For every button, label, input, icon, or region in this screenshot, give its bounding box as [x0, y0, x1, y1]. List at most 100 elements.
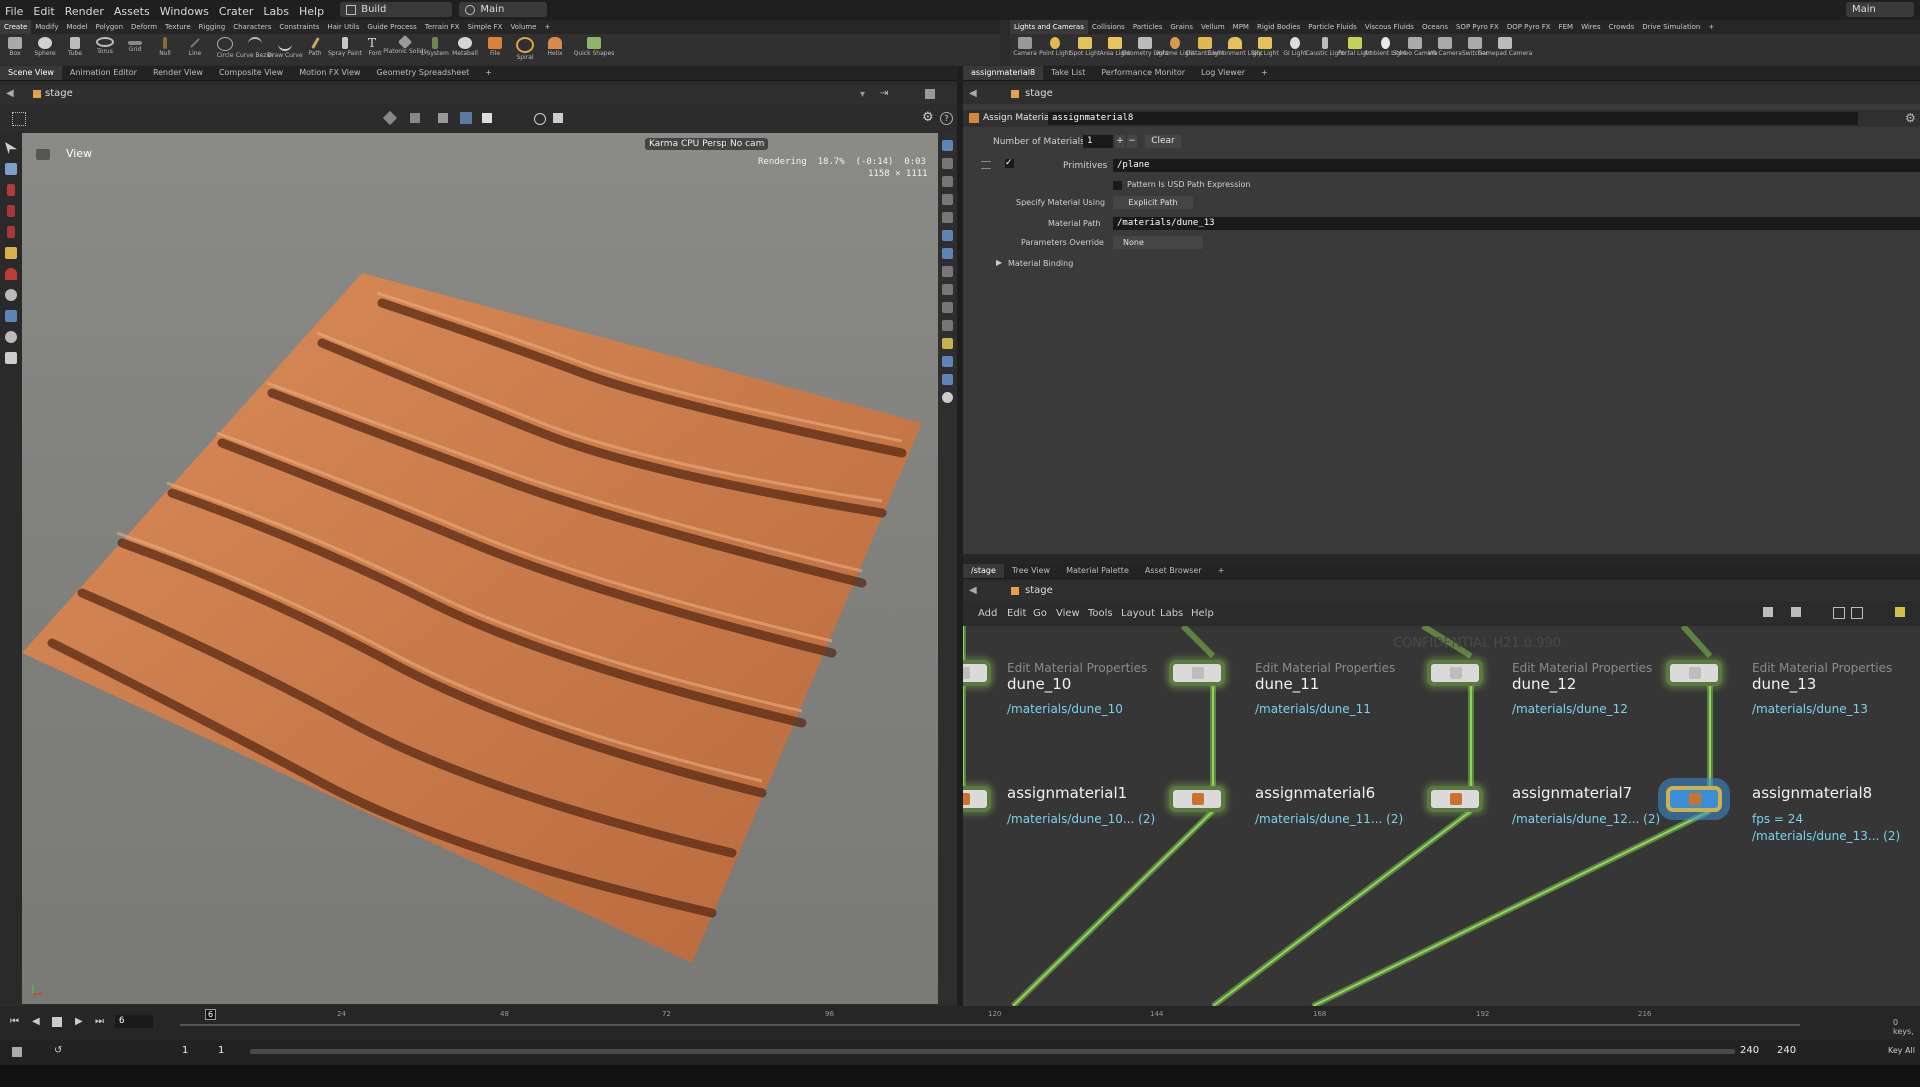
- specify-dropdown[interactable]: Explicit Path: [1113, 196, 1193, 209]
- num-materials-field[interactable]: 1: [1083, 135, 1113, 148]
- assign-material-node[interactable]: [963, 786, 991, 812]
- shelf-tab[interactable]: Lights and Cameras: [1010, 20, 1088, 34]
- select-arrow-icon[interactable]: [5, 142, 17, 154]
- tool-line[interactable]: Line: [180, 34, 210, 57]
- add-tab-button[interactable]: +: [1253, 66, 1276, 80]
- pose-icon[interactable]: [5, 331, 17, 343]
- shelf-tab[interactable]: Hair Utils: [323, 20, 363, 34]
- menu-view[interactable]: View: [1056, 608, 1080, 619]
- tool-l-system[interactable]: L-System: [420, 34, 450, 57]
- assign-material-node[interactable]: [1169, 786, 1225, 812]
- tool-icon[interactable]: [942, 284, 953, 295]
- shelf-tab[interactable]: FEM: [1555, 20, 1578, 34]
- tab-material-palette[interactable]: Material Palette: [1058, 564, 1137, 578]
- back-arrow-icon[interactable]: ◀: [969, 585, 977, 596]
- tool-caustic-light[interactable]: Caustic Light: [1306, 34, 1345, 57]
- tool-torus[interactable]: Torus: [90, 34, 120, 55]
- add-shelf-tab-button[interactable]: +: [1704, 20, 1718, 34]
- add-tab-button[interactable]: +: [1210, 564, 1233, 578]
- red-tool-icon[interactable]: [7, 184, 15, 196]
- display-options-icon[interactable]: [942, 140, 953, 151]
- shelf-tab[interactable]: Terrain FX: [421, 20, 464, 34]
- tab-asset-browser[interactable]: Asset Browser: [1137, 564, 1210, 578]
- tab-scene-view[interactable]: Scene View: [0, 66, 62, 80]
- tool-helix[interactable]: Helix: [540, 34, 570, 57]
- path-stage[interactable]: stage: [45, 88, 73, 99]
- tool-environment-light[interactable]: Environment Light: [1207, 34, 1263, 57]
- end-frame-field-2[interactable]: 240: [1777, 1045, 1796, 1056]
- tab-assignmaterial8[interactable]: assignmaterial8: [963, 66, 1044, 80]
- render-region-icon[interactable]: [5, 352, 17, 364]
- multiparm-handle-icon[interactable]: [981, 161, 991, 169]
- red-tool-icon[interactable]: [7, 205, 15, 217]
- shaded-icon[interactable]: [482, 113, 492, 123]
- shelf-tab[interactable]: Simple FX: [463, 20, 506, 34]
- tool-spiral[interactable]: Spiral: [510, 34, 540, 61]
- tool-grid[interactable]: Grid: [120, 34, 150, 53]
- renderer-menu[interactable]: Karma CPU Persp: [645, 138, 731, 150]
- split-view-icon[interactable]: [1851, 607, 1863, 619]
- shelf-tab[interactable]: Create: [0, 20, 32, 34]
- red-tool-icon[interactable]: [7, 226, 15, 238]
- tool-spray-paint[interactable]: Spray Paint: [328, 34, 362, 57]
- shelf-tab[interactable]: Particle Fluids: [1304, 20, 1361, 34]
- help-icon[interactable]: ?: [940, 112, 953, 125]
- step-back-icon[interactable]: ◀: [32, 1016, 40, 1027]
- settings-gear-icon[interactable]: ⚙: [1905, 111, 1916, 125]
- shelf-tab[interactable]: Rigging: [195, 20, 230, 34]
- tab-geometry-spreadsheet[interactable]: Geometry Spreadsheet: [368, 66, 477, 80]
- tab-log-viewer[interactable]: Log Viewer: [1193, 66, 1253, 80]
- shelf-tab[interactable]: Modify: [31, 20, 62, 34]
- path-stage[interactable]: stage: [1025, 88, 1053, 99]
- lock-camera-icon[interactable]: [942, 176, 953, 187]
- menu-file[interactable]: File: [0, 2, 28, 22]
- shelf-tab[interactable]: Vellum: [1197, 20, 1229, 34]
- material-binding-folder[interactable]: Material Binding: [1008, 259, 1073, 268]
- tool-path[interactable]: Path: [300, 34, 330, 57]
- handle-icon[interactable]: [5, 310, 17, 322]
- lights-icon[interactable]: [942, 158, 953, 169]
- menu-edit[interactable]: Edit: [1007, 608, 1026, 619]
- view-menu-icon[interactable]: [36, 149, 50, 160]
- assign-material-node-selected[interactable]: [1666, 786, 1722, 812]
- back-arrow-icon[interactable]: ◀: [969, 88, 977, 99]
- tool-metaball[interactable]: Metaball: [450, 34, 480, 57]
- context-selector[interactable]: Main: [459, 2, 548, 17]
- tool-icon[interactable]: [942, 356, 953, 367]
- shelf-tab[interactable]: Oceans: [1418, 20, 1452, 34]
- note-icon[interactable]: [1895, 607, 1905, 617]
- menu-crater[interactable]: Crater: [214, 2, 259, 22]
- end-frame-field[interactable]: 240: [1740, 1045, 1759, 1056]
- start-frame-field[interactable]: 1: [182, 1045, 188, 1056]
- range-slider[interactable]: [250, 1049, 1735, 1054]
- wireframe-icon[interactable]: [460, 112, 472, 124]
- shelf-tab[interactable]: SOP Pyro FX: [1452, 20, 1503, 34]
- key-all-button[interactable]: Key All: [1888, 1046, 1915, 1055]
- shelf-tab[interactable]: Model: [62, 20, 91, 34]
- pin-icon[interactable]: ⇥: [880, 88, 888, 99]
- material-path-field[interactable]: /materials/dune_13: [1113, 217, 1920, 230]
- tab-motion-fx-view[interactable]: Motion FX View: [291, 66, 368, 80]
- tool-box[interactable]: Box: [0, 34, 30, 57]
- shelf-tab[interactable]: Particles: [1129, 20, 1167, 34]
- tab-performance-monitor[interactable]: Performance Monitor: [1093, 66, 1193, 80]
- path-dropdown[interactable]: ▾: [860, 89, 865, 100]
- shelf-tab[interactable]: Volume: [506, 20, 540, 34]
- tool-icon[interactable]: [942, 302, 953, 313]
- tools-icon[interactable]: [1763, 607, 1773, 617]
- node-name-label[interactable]: assignmaterial8: [1752, 784, 1872, 802]
- brush-icon[interactable]: [5, 247, 17, 259]
- tool-icon[interactable]: [942, 248, 953, 259]
- menu-help[interactable]: Help: [294, 2, 329, 22]
- layout-icon[interactable]: [925, 89, 935, 99]
- menu-assets[interactable]: Assets: [109, 2, 155, 22]
- edit-material-node[interactable]: [1427, 660, 1483, 686]
- node-name-label[interactable]: dune_11: [1255, 675, 1319, 693]
- right-context-selector[interactable]: Main: [1846, 2, 1914, 17]
- tool-null[interactable]: Null: [150, 34, 180, 57]
- edit-material-node[interactable]: [1666, 660, 1722, 686]
- shelf-tab[interactable]: Constraints: [275, 20, 323, 34]
- tool-camera[interactable]: Camera: [1010, 34, 1040, 57]
- assign-material-node[interactable]: [1427, 786, 1483, 812]
- shelf-tab[interactable]: Drive Simulation: [1638, 20, 1704, 34]
